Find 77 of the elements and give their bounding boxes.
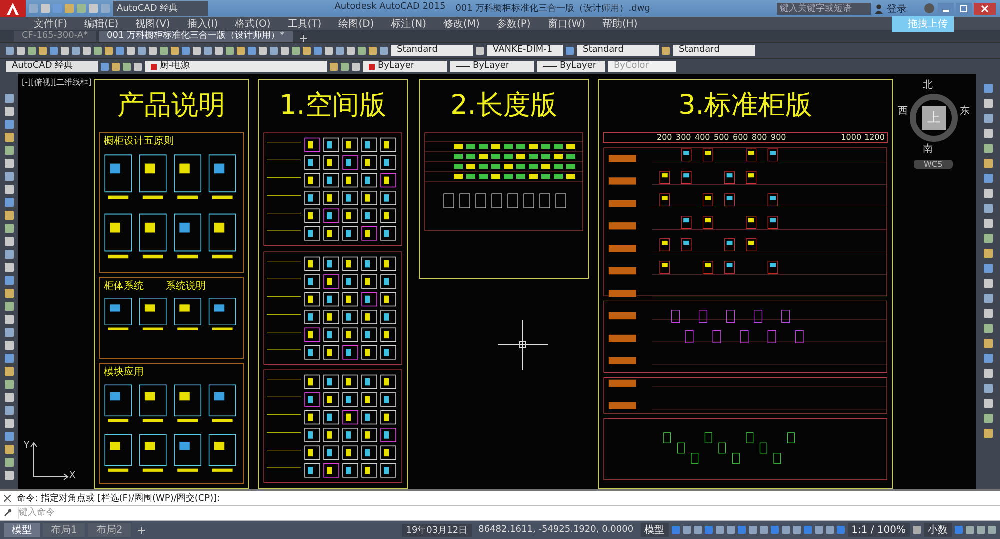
panel-title: 产品说明 — [116, 89, 226, 123]
maximize-icon[interactable] — [956, 2, 972, 14]
column-header: 400 — [694, 133, 712, 142]
compass-direction[interactable]: 西 — [898, 106, 908, 118]
column-header: 800 — [751, 133, 768, 142]
panel-title: 3.标准柜版 — [678, 89, 814, 123]
tool-icon[interactable] — [662, 46, 670, 54]
layout-tab[interactable]: 布局2 — [88, 523, 131, 537]
column-header: 500 — [713, 133, 730, 142]
file-title: 001 万科橱柜标准化三合一版（设计师用）.dwg — [456, 2, 650, 15]
panel-title: 1.空间版 — [278, 89, 388, 123]
section-heading: 柜体系统 — [104, 280, 144, 294]
command-history: 命令: 指定对角点或 [栏选(F)/圈围(WP)/圈交(CP)]: — [17, 492, 220, 504]
close-icon[interactable] — [4, 494, 11, 502]
style-dropdown[interactable]: VANKE-DIM-1 — [487, 45, 563, 56]
user-icon[interactable] — [874, 4, 884, 14]
workspace-dropdown[interactable]: AutoCAD 经典 — [6, 61, 98, 72]
menu-item[interactable]: 窗口(W) — [548, 16, 586, 30]
tool-icon[interactable] — [476, 46, 484, 54]
ucs-axes-icon — [30, 441, 70, 481]
date-field: 19年03月12日 — [402, 524, 472, 536]
column-header: 300 — [675, 133, 692, 142]
app-title: Autodesk AutoCAD 2015 — [334, 2, 446, 14]
layer-dropdown[interactable]: 厨-电源 — [145, 61, 327, 72]
style-dropdown[interactable]: Standard — [673, 45, 755, 56]
viewport-label[interactable]: [-][俯视][二维线框] — [22, 77, 94, 88]
column-header: 1000 — [840, 133, 863, 142]
section-heading: 模块应用 — [104, 366, 144, 379]
column-header: 600 — [732, 133, 750, 142]
menu-item[interactable]: 插入(I) — [187, 16, 218, 30]
document-tab[interactable]: 001 万科橱柜标准化三合一版（设计师用）* — [99, 31, 293, 42]
menu-item[interactable]: 修改(M) — [444, 16, 480, 30]
coordinates-readout: 86482.1611, -54925.1920, 0.0000 — [478, 525, 635, 535]
style-dropdown[interactable]: Standard — [391, 45, 473, 56]
wrench-icon[interactable] — [4, 509, 12, 517]
model-space-button[interactable]: 模型 — [640, 523, 669, 537]
crosshair-cursor-icon — [498, 320, 548, 370]
section-heading: 橱柜设计五原则 — [104, 134, 174, 148]
column-header: 1200 — [864, 133, 886, 142]
menu-item[interactable]: 文件(F) — [34, 16, 68, 30]
section-heading: 系统说明 — [166, 280, 206, 294]
workspace-dropdown[interactable]: AutoCAD 经典 — [113, 1, 208, 16]
wcs-button[interactable]: WCS — [914, 160, 953, 169]
menu-item[interactable]: 视图(V) — [136, 16, 170, 30]
document-tab[interactable]: CF-165-300-A* — [14, 31, 96, 42]
lineweight-dropdown[interactable]: ByLayer — [537, 61, 605, 72]
close-icon[interactable] — [974, 2, 996, 14]
axis-label: Y — [24, 441, 30, 451]
panel-title: 2.长度版 — [450, 89, 558, 123]
menu-item[interactable]: 帮助(H) — [602, 16, 638, 30]
app-logo-button[interactable] — [0, 0, 26, 17]
linetype-dropdown[interactable]: ByLayer — [450, 61, 534, 72]
search-field[interactable]: 键入关键字或短语 — [777, 2, 871, 14]
layout-tab[interactable]: 布局1 — [43, 523, 86, 537]
menu-item[interactable]: 格式(O) — [235, 16, 271, 30]
upload-tooltip: 拖拽上传 — [892, 16, 954, 32]
style-dropdown[interactable]: Standard — [577, 45, 659, 56]
column-header: 900 — [770, 133, 788, 142]
menu-item[interactable]: 参数(P) — [496, 16, 531, 30]
compass-direction[interactable]: 北 — [923, 80, 933, 92]
drawing-canvas[interactable]: [-][俯视][二维线框] 产品说明 橱柜设计五原则 柜体系统 系统说明 模块应用 1.空间版 2.长度版 3.标准柜版 200 300 400 500 600 800 900 1000 1200 Y X 北 西 上 东 南 WCS — [18, 74, 976, 489]
annotation-scale-button[interactable]: 1:1 / 100% — [848, 523, 910, 537]
axis-label: X — [70, 471, 76, 481]
minimize-icon[interactable] — [938, 2, 954, 14]
sign-in-button[interactable]: 登录 — [887, 2, 921, 16]
layout-tab[interactable]: 模型 — [4, 523, 40, 537]
menu-item[interactable]: 标注(N) — [391, 16, 427, 30]
menu-item[interactable]: 工具(T) — [288, 16, 322, 30]
command-input-bar[interactable]: 键入命令 — [0, 506, 1000, 521]
color-dropdown[interactable]: ByLayer — [363, 61, 447, 72]
menu-item[interactable]: 绘图(D) — [338, 16, 374, 30]
compass-direction[interactable]: 东 — [960, 106, 970, 118]
units-button[interactable]: 小数 — [924, 523, 952, 537]
compass-direction[interactable]: 南 — [923, 144, 933, 156]
menu-item[interactable]: 编辑(E) — [84, 16, 119, 30]
tool-icon[interactable] — [566, 46, 574, 54]
column-header: 200 — [656, 133, 674, 142]
